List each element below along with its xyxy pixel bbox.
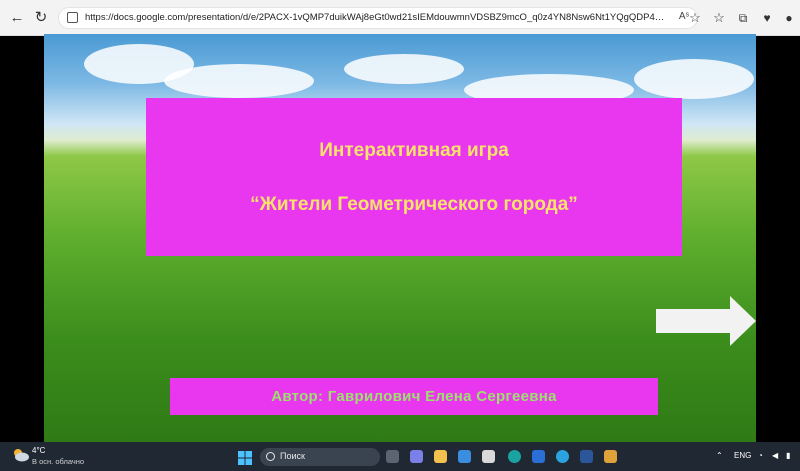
task-view-icon[interactable] xyxy=(386,450,399,463)
edge-icon[interactable] xyxy=(508,450,521,463)
cloud xyxy=(164,64,314,98)
lock-icon xyxy=(67,12,78,23)
telegram-icon[interactable] xyxy=(556,450,569,463)
presentation-slide[interactable]: Интерактивная игра “Жители Геометрическо… xyxy=(44,34,756,442)
windows-start-icon[interactable] xyxy=(238,451,252,465)
weather-cloud-icon[interactable] xyxy=(12,448,30,462)
file-explorer-icon[interactable] xyxy=(434,450,447,463)
slide-title-line2: “Жители Геометрического города” xyxy=(250,194,578,215)
favorites-bar-icon[interactable]: ☆ xyxy=(708,7,730,29)
cloud xyxy=(344,54,464,84)
folder-icon[interactable] xyxy=(604,450,617,463)
back-icon[interactable]: ← xyxy=(6,7,28,29)
search-label: Поиск xyxy=(280,451,305,461)
collections-icon[interactable]: ⧉ xyxy=(732,7,754,29)
weather-temperature[interactable]: 4°C xyxy=(32,446,45,455)
tray-chevron-icon[interactable]: ⌃ xyxy=(716,451,723,460)
slide-title-line1: Интерактивная игра xyxy=(319,140,509,161)
health-icon[interactable]: ♥ xyxy=(756,7,778,29)
favorite-icon[interactable]: ☆ xyxy=(684,7,706,29)
next-arrow-icon[interactable] xyxy=(656,296,756,346)
address-bar[interactable]: https://docs.google.com/presentation/d/e… xyxy=(58,7,698,29)
author-box: Автор: Гаврилович Елена Сергеевна xyxy=(170,378,658,415)
volume-icon[interactable]: ◀ xyxy=(772,451,778,460)
url-text[interactable]: https://docs.google.com/presentation/d/e… xyxy=(85,12,665,23)
mail-icon[interactable] xyxy=(458,450,471,463)
weather-condition[interactable]: В осн. облачно xyxy=(32,457,84,466)
word-icon[interactable] xyxy=(580,450,593,463)
profile-icon[interactable]: ● xyxy=(778,7,800,29)
cloud xyxy=(634,59,754,99)
search-icon xyxy=(266,452,275,461)
language-indicator[interactable]: ENG xyxy=(734,451,751,460)
browser-toolbar: ← ↻ https://docs.google.com/presentation… xyxy=(0,0,800,36)
author-text: Автор: Гаврилович Елена Сергеевна xyxy=(271,388,557,405)
taskbar-search[interactable]: Поиск xyxy=(260,448,380,466)
outlook-icon[interactable] xyxy=(532,450,545,463)
reload-icon[interactable]: ↻ xyxy=(30,7,52,29)
taskbar: 4°C В осн. облачно Поиск ⌃ ENG ◔ ◀ ▮ xyxy=(0,442,800,471)
battery-icon[interactable]: ▮ xyxy=(786,451,790,460)
title-box: Интерактивная игра “Жители Геометрическо… xyxy=(146,98,682,256)
store-icon[interactable] xyxy=(482,450,495,463)
teams-icon[interactable] xyxy=(410,450,423,463)
wifi-icon[interactable]: ◔ xyxy=(758,451,763,460)
